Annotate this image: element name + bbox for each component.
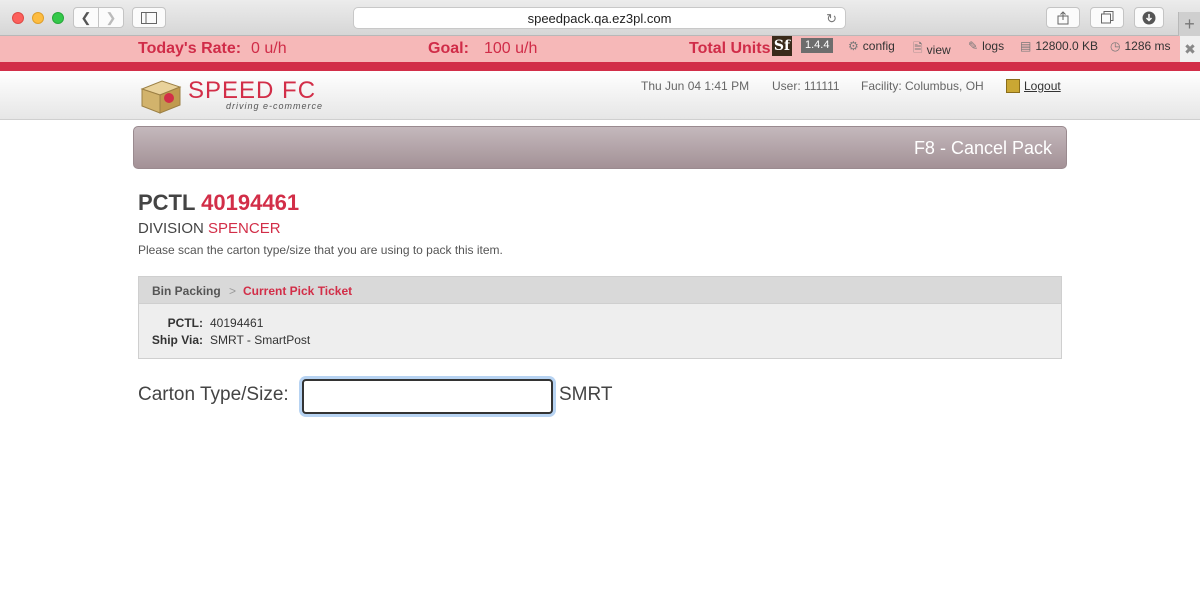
chevron-right-icon: ❯ <box>105 9 117 25</box>
goal-label: Goal: <box>428 40 469 57</box>
logout-label: Logout <box>1024 79 1061 93</box>
forward-button[interactable]: ❯ <box>98 7 124 28</box>
breadcrumb-bin-packing[interactable]: Bin Packing <box>152 284 221 298</box>
page-title: PCTL 40194461 <box>138 190 299 216</box>
debug-logs-link[interactable]: ✎ logs <box>968 39 1004 53</box>
box-logo-icon <box>140 80 182 114</box>
zoom-window-button[interactable] <box>52 12 64 24</box>
document-icon: 🗎 <box>913 41 923 55</box>
breadcrumb: Bin Packing > Current Pick Ticket <box>139 277 1061 304</box>
units-label: Total Units: <box>689 40 776 57</box>
instruction-text: Please scan the carton type/size that yo… <box>138 243 503 257</box>
memory-value: 12800.0 KB <box>1035 39 1099 53</box>
division-value: SPENCER <box>208 220 281 237</box>
share-icon <box>1057 10 1069 24</box>
debug-memory[interactable]: ▤ 12800.0 KB <box>1020 39 1098 53</box>
debug-toolbar: Sf 1.4.4 ⚙ config 🗎 view ✎ logs ▤ 12800.0 KB… <box>772 36 1180 58</box>
pctl-row-label: PCTL: <box>167 316 203 330</box>
show-tabs-button[interactable] <box>1090 7 1124 28</box>
plus-icon: + <box>1184 13 1195 34</box>
pctl-number: 40194461 <box>201 190 300 215</box>
chevron-left-icon: ❮ <box>80 9 92 25</box>
view-label: view <box>926 42 951 57</box>
carton-ship-code: SMRT <box>559 384 613 405</box>
minimize-window-button[interactable] <box>32 12 44 24</box>
pencil-icon: ✎ <box>968 39 979 53</box>
config-label: config <box>862 39 895 53</box>
sidebar-toggle-button[interactable] <box>132 7 166 28</box>
browser-toolbar: ❮ ❯ speedpack.qa.ez3pl.com ↻ <box>0 0 1200 36</box>
division-line: DIVISION SPENCER <box>138 220 281 237</box>
download-icon <box>1142 11 1156 24</box>
door-icon <box>1006 79 1020 93</box>
logout-link[interactable]: Logout <box>1006 79 1061 93</box>
downloads-button[interactable] <box>1134 7 1164 28</box>
pctl-label: PCTL <box>138 190 196 215</box>
carton-type-label: Carton Type/Size: <box>138 384 289 405</box>
debug-close-button[interactable]: ✖ <box>1180 36 1200 62</box>
header-divider <box>0 62 1200 71</box>
reload-icon[interactable]: ↻ <box>826 11 837 27</box>
breadcrumb-separator: > <box>229 284 237 298</box>
pick-ticket-panel: Bin Packing > Current Pick Ticket PCTL: … <box>138 276 1062 359</box>
rate-label: Today's Rate: <box>138 40 242 57</box>
gear-icon: ⚙ <box>848 39 859 53</box>
debug-time[interactable]: ◷ 1286 ms <box>1110 39 1171 53</box>
ship-via-row-label: Ship Via: <box>151 333 203 347</box>
breadcrumb-current-pick-ticket: Current Pick Ticket <box>243 284 353 298</box>
division-label: DIVISION <box>138 220 204 237</box>
goal-value: 100 u/h <box>484 40 538 57</box>
app-header: SPEED FC driving e-commerce Thu Jun 04 1… <box>0 71 1200 120</box>
cancel-pack-hint: F8 - Cancel Pack <box>913 138 1052 158</box>
address-bar[interactable]: speedpack.qa.ez3pl.com ↻ <box>353 7 846 29</box>
ship-via-row-value: SMRT - SmartPost <box>210 333 311 347</box>
header-facility: Facility: Columbus, OH <box>861 79 984 93</box>
new-tab-button[interactable]: + <box>1178 12 1200 36</box>
logo-tagline: driving e-commerce <box>226 101 324 111</box>
clock-icon: ◷ <box>1110 39 1121 53</box>
symfony-version: 1.4.4 <box>801 38 834 53</box>
logs-label: logs <box>982 39 1005 53</box>
symfony-logo-icon[interactable]: Sf <box>772 36 792 56</box>
memory-icon: ▤ <box>1020 39 1032 53</box>
function-key-banner: F8 - Cancel Pack <box>133 126 1067 169</box>
debug-config-link[interactable]: ⚙ config <box>848 39 895 53</box>
share-button[interactable] <box>1046 7 1080 28</box>
time-value: 1286 ms <box>1124 39 1171 53</box>
debug-view-link[interactable]: 🗎 view <box>913 39 951 60</box>
header-user: User: 111111 <box>772 79 840 93</box>
back-button[interactable]: ❮ <box>73 7 99 28</box>
url-text: speedpack.qa.ez3pl.com <box>527 10 672 26</box>
carton-type-input[interactable] <box>302 379 553 414</box>
tabs-icon <box>1100 11 1113 24</box>
header-datetime: Thu Jun 04 1:41 PM <box>641 79 750 93</box>
sidebar-icon <box>141 11 157 24</box>
close-window-button[interactable] <box>12 12 24 24</box>
pctl-row-value: 40194461 <box>210 316 264 330</box>
rate-value: 0 u/h <box>251 40 287 57</box>
close-icon: ✖ <box>1184 40 1196 57</box>
